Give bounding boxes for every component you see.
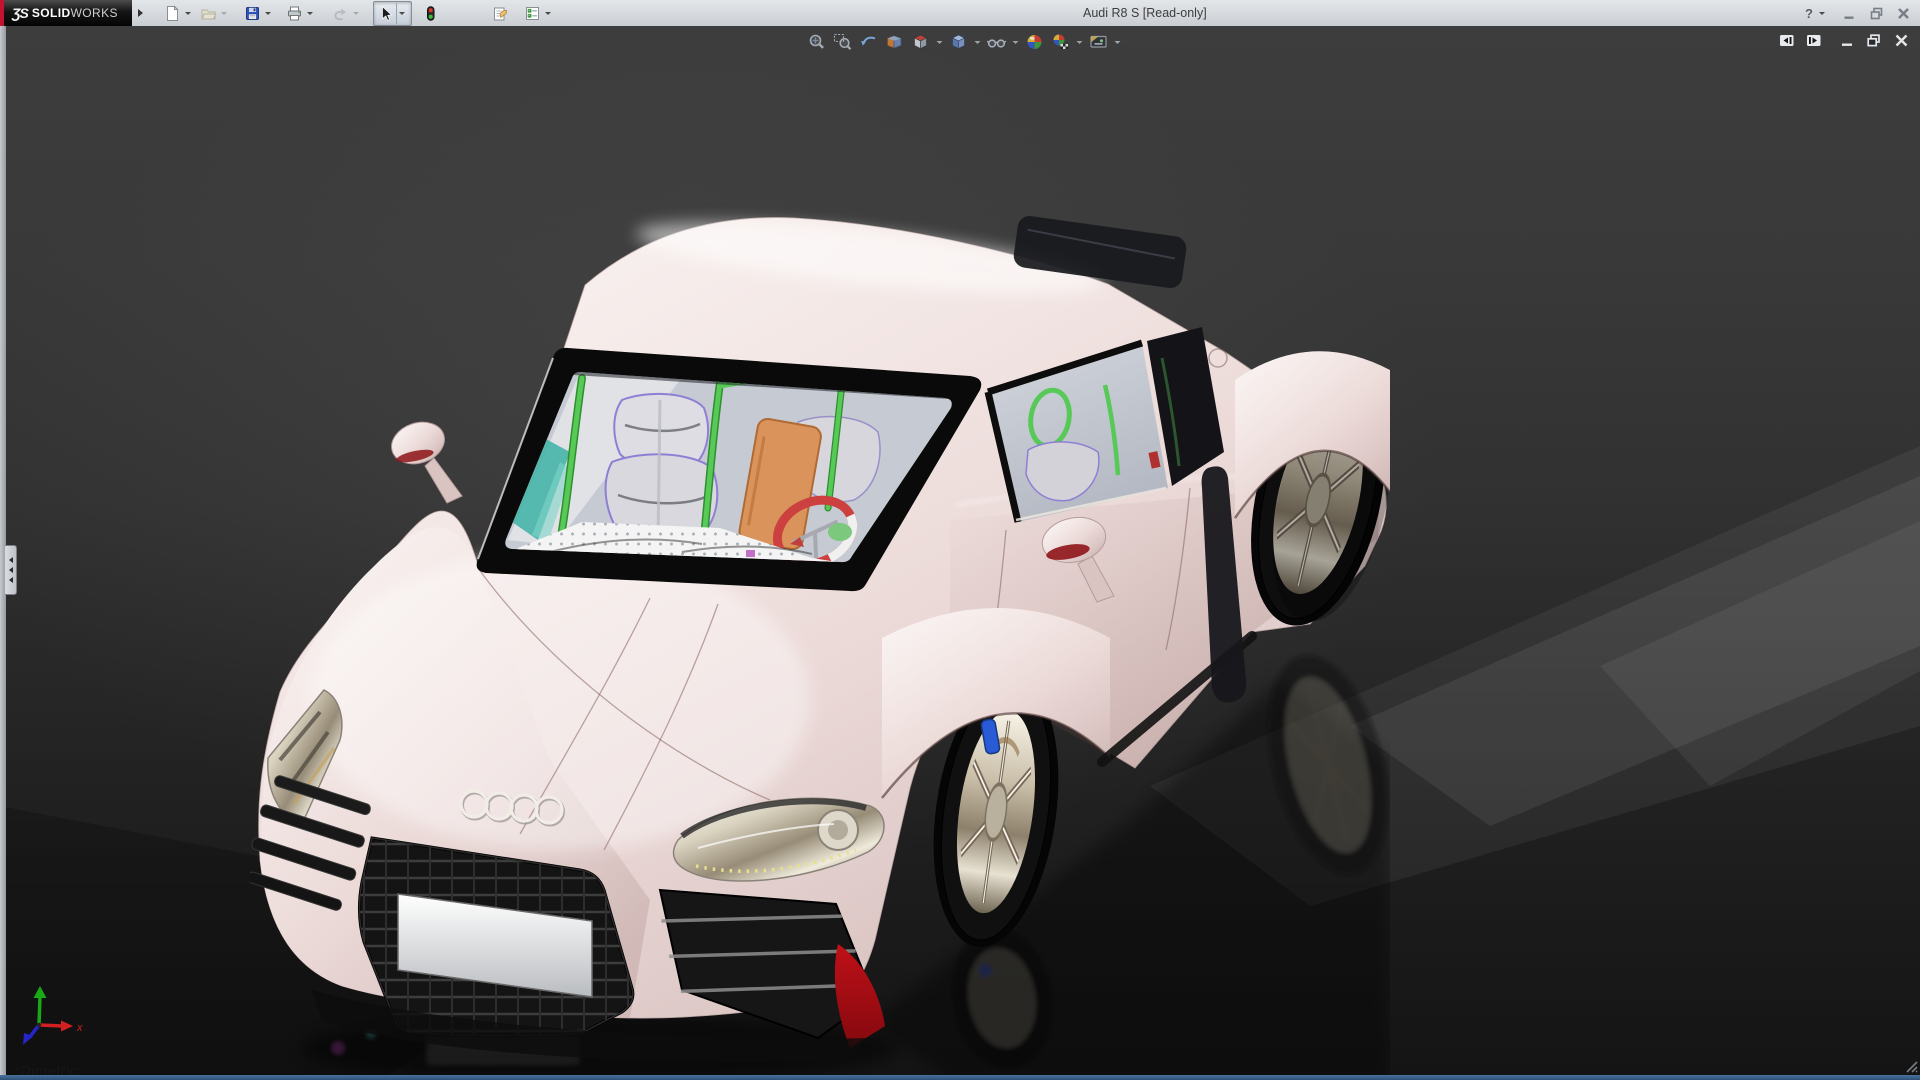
zoom-to-area-icon <box>833 33 851 50</box>
file-properties-button[interactable] <box>489 2 511 24</box>
print-dropdown[interactable] <box>305 2 315 24</box>
view-orientation-dropdown[interactable] <box>935 31 944 53</box>
zoom-to-fit-button[interactable] <box>805 31 828 53</box>
open-folder-icon <box>200 9 216 19</box>
display-style-button[interactable] <box>947 31 970 53</box>
collapse-arrow-icon <box>8 557 13 563</box>
select-cursor-button[interactable] <box>374 2 396 24</box>
print-button[interactable] <box>283 2 305 24</box>
titlebar: ƷS SOLID WORKS Audi R8 S [Read-only] ? <box>0 0 1920 26</box>
help-button[interactable]: ? <box>1805 6 1813 21</box>
solidworks-logo-glyph: ƷS <box>12 5 29 21</box>
open-button[interactable] <box>197 2 219 24</box>
apply-scene-button[interactable] <box>1049 31 1072 53</box>
solidworks-window: ƷS SOLID WORKS Audi R8 S [Read-only] ? x… <box>0 0 1920 1080</box>
undo-icon <box>333 8 346 20</box>
headsup-view-toolbar <box>805 31 1122 53</box>
zoom-to-area-button[interactable] <box>831 31 854 53</box>
interior-seat <box>604 392 719 546</box>
undo-button[interactable] <box>329 2 351 24</box>
solidworks-logo-text-light: WORKS <box>70 6 118 20</box>
view-orientation-icon <box>913 34 927 49</box>
save-floppy-icon <box>245 6 259 20</box>
restore-document-icon <box>1867 33 1880 46</box>
resize-grip[interactable] <box>1903 1058 1919 1074</box>
minimize-document-button[interactable] <box>1838 32 1856 48</box>
close-button[interactable] <box>1894 4 1912 22</box>
collapse-arrow-icon <box>8 567 13 573</box>
minimize-button[interactable] <box>1840 4 1858 22</box>
select-tool-group <box>373 0 412 26</box>
show-right-pane-button[interactable] <box>1805 32 1823 48</box>
previous-view-icon <box>860 36 875 46</box>
close-document-icon <box>1895 34 1907 46</box>
options-button[interactable] <box>521 2 543 24</box>
show-left-pane-icon <box>1780 34 1794 46</box>
left-mirror <box>391 421 463 504</box>
new-document-icon <box>166 4 179 21</box>
x-axis-arrow <box>61 1020 73 1032</box>
view-orientation-button[interactable] <box>909 31 932 53</box>
select-cursor-icon <box>381 5 392 21</box>
hide-show-items-button[interactable] <box>985 31 1008 53</box>
display-style-dropdown[interactable] <box>973 31 982 53</box>
close-icon <box>1897 7 1909 19</box>
previous-view-button[interactable] <box>857 31 880 53</box>
display-style-icon <box>951 34 965 49</box>
model-audi-r8[interactable] <box>250 200 1390 1080</box>
edit-appearance-icon <box>1027 35 1041 49</box>
eyeglasses-icon <box>986 39 1006 48</box>
window-bottom-border <box>0 1075 1920 1080</box>
view-settings-icon <box>1089 35 1107 48</box>
graphics-area[interactable]: x *Dimetric <box>0 26 1920 1080</box>
options-checklist-icon <box>525 6 539 20</box>
view-settings-dropdown[interactable] <box>1113 31 1122 53</box>
minimize-icon <box>1844 16 1853 19</box>
show-right-pane-icon <box>1807 34 1821 46</box>
restore-document-button[interactable] <box>1865 32 1883 48</box>
new-document-button[interactable] <box>161 2 183 24</box>
select-cursor-dropdown[interactable] <box>396 2 407 24</box>
window-title: Audi R8 S [Read-only] <box>1083 6 1207 20</box>
options-dropdown[interactable] <box>543 2 553 24</box>
reference-triad: x <box>23 986 83 1045</box>
file-properties-icon <box>493 7 507 20</box>
help-dropdown[interactable] <box>1817 2 1827 24</box>
menu-expand-icon[interactable] <box>138 9 143 17</box>
restore-button[interactable] <box>1867 4 1885 22</box>
feature-manager-collapsed-tab[interactable] <box>5 545 17 595</box>
new-document-dropdown[interactable] <box>183 2 193 24</box>
apply-scene-dropdown[interactable] <box>1075 31 1084 53</box>
document-window-controls <box>1778 32 1910 48</box>
save-dropdown[interactable] <box>263 2 273 24</box>
apply-scene-icon <box>1053 34 1068 49</box>
x-axis-label: x <box>76 1022 83 1034</box>
restore-icon <box>1870 7 1882 19</box>
view-settings-button[interactable] <box>1087 31 1110 53</box>
hide-show-items-dropdown[interactable] <box>1011 31 1020 53</box>
y-axis-arrow <box>33 986 47 998</box>
save-button[interactable] <box>241 2 263 24</box>
zoom-to-fit-icon <box>809 34 824 49</box>
collapse-arrow-icon <box>8 577 13 583</box>
titlebar-controls: ? <box>1805 0 1912 26</box>
traffic-light-icon <box>426 5 434 21</box>
minimize-document-icon <box>1841 43 1852 46</box>
section-view-button[interactable] <box>883 31 906 53</box>
close-document-button[interactable] <box>1892 32 1910 48</box>
show-left-pane-button[interactable] <box>1778 32 1796 48</box>
solidworks-logo: ƷS SOLID WORKS <box>0 0 132 26</box>
solidworks-logo-text-bold: SOLID <box>31 6 71 20</box>
open-dropdown[interactable] <box>219 2 229 24</box>
undo-dropdown[interactable] <box>351 2 361 24</box>
edit-appearance-button[interactable] <box>1023 31 1046 53</box>
print-icon <box>287 6 301 20</box>
section-view-icon <box>886 35 901 49</box>
traffic-light-button[interactable] <box>419 2 441 24</box>
